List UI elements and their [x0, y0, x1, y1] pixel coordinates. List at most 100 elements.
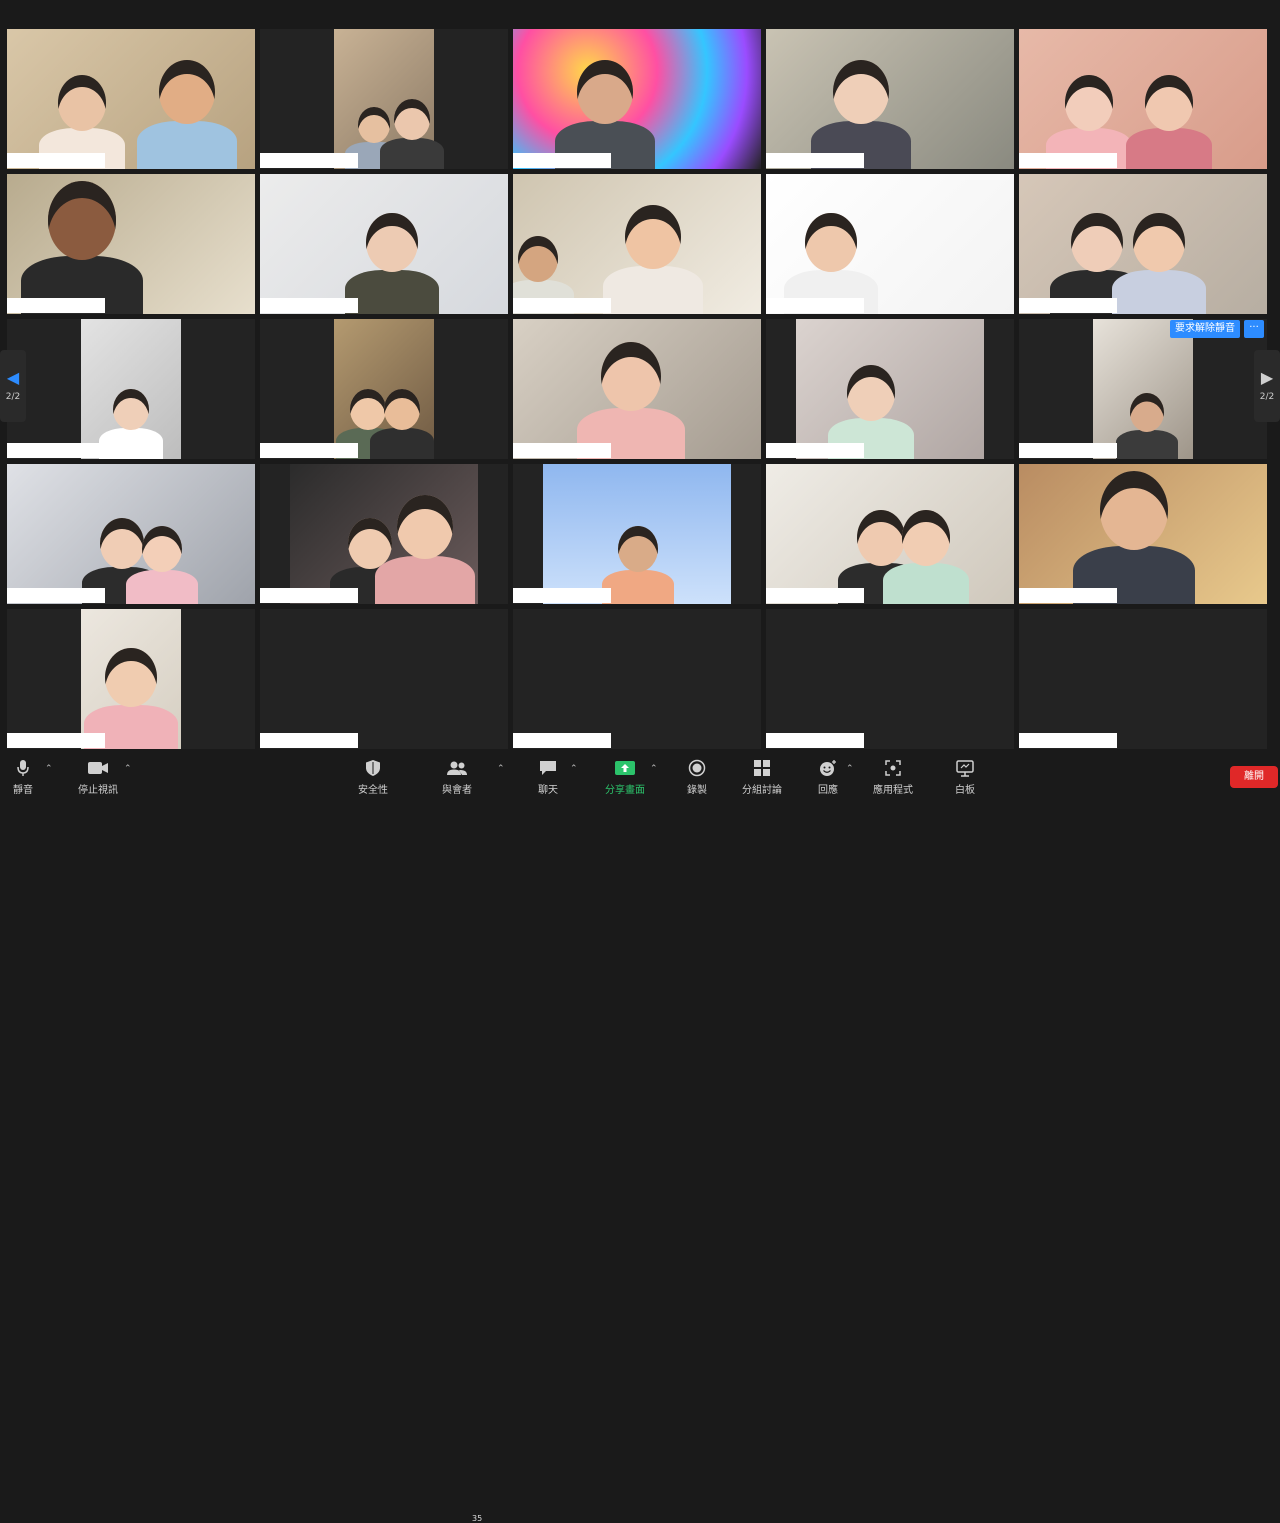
participant-video [290, 464, 478, 604]
chat-options-caret[interactable]: ⌃ [570, 764, 578, 774]
tile-more-button[interactable]: ··· [1244, 320, 1264, 338]
top-bar [0, 0, 1280, 28]
mute-options-caret[interactable]: ⌃ [45, 764, 53, 774]
participant-tile[interactable] [7, 464, 255, 604]
reactions-options-caret[interactable]: ⌃ [846, 764, 854, 774]
chevron-left-icon: ◀ [6, 368, 20, 387]
participant-video [1019, 464, 1267, 604]
next-page-button[interactable]: ▶ 2/2 [1254, 350, 1280, 422]
participant-video [766, 29, 1014, 169]
chevron-right-icon: ▶ [1260, 368, 1274, 387]
participant-name-label [7, 733, 105, 748]
security-button[interactable]: 安全性 [338, 758, 408, 796]
participant-tile[interactable] [766, 174, 1014, 314]
share-screen-icon [615, 758, 635, 778]
record-button[interactable]: 錄製 [662, 758, 732, 796]
participant-video [260, 174, 508, 314]
participant-name-label [766, 733, 864, 748]
page-indicator-right: 2/2 [1259, 392, 1275, 402]
participant-tile[interactable] [260, 609, 508, 749]
chat-label: 聊天 [538, 785, 558, 796]
participant-video [81, 319, 181, 459]
participant-tile[interactable] [766, 609, 1014, 749]
participant-video [334, 319, 435, 459]
participant-name-label [1019, 588, 1117, 603]
participant-tile[interactable] [260, 174, 508, 314]
apps-button[interactable]: 應用程式 [858, 758, 928, 796]
participant-name-label [260, 153, 358, 168]
participant-tile[interactable] [1019, 609, 1267, 749]
participant-name-label [260, 443, 358, 458]
participant-tile[interactable] [513, 609, 761, 749]
participant-video [1093, 319, 1193, 459]
participant-video [7, 29, 255, 169]
share-options-caret[interactable]: ⌃ [650, 764, 658, 774]
participant-video [7, 464, 255, 604]
page-indicator-left: 2/2 [5, 392, 21, 402]
participant-name-label [513, 298, 611, 313]
record-label: 錄製 [687, 785, 707, 796]
participant-name-label [766, 153, 864, 168]
participant-name-label [513, 588, 611, 603]
breakout-rooms-button[interactable]: 分組討論 [727, 758, 797, 796]
participants-count: 35 [472, 1514, 483, 1523]
participant-tile[interactable] [260, 464, 508, 604]
participant-tile[interactable] [7, 29, 255, 169]
participant-video [513, 29, 761, 169]
participant-video [513, 174, 761, 314]
stop-video-button[interactable]: 停止視訊 [63, 758, 133, 796]
participants-button[interactable]: 與會者 [422, 758, 492, 796]
participant-tile[interactable] [766, 464, 1014, 604]
participant-tile[interactable] [766, 319, 1014, 459]
breakout-grid-icon [753, 758, 771, 778]
participant-video [513, 319, 761, 459]
participant-name-label [766, 298, 864, 313]
participants-icon [446, 758, 468, 778]
share-screen-label: 分享畫面 [605, 785, 645, 796]
participant-name-label [1019, 298, 1117, 313]
participant-name-label [1019, 443, 1117, 458]
participant-video [1019, 29, 1267, 169]
participant-name-label [260, 733, 358, 748]
security-label: 安全性 [358, 785, 388, 796]
whiteboard-button[interactable]: 白板 [930, 758, 1000, 796]
participant-tile[interactable] [1019, 29, 1267, 169]
reactions-label: 回應 [818, 785, 838, 796]
record-icon [688, 758, 706, 778]
participant-tile[interactable] [513, 29, 761, 169]
whiteboard-label: 白板 [955, 785, 975, 796]
participants-label: 與會者 [442, 785, 472, 796]
participant-video [334, 29, 445, 169]
participants-options-caret[interactable]: ⌃ [497, 764, 505, 774]
participant-tile[interactable] [766, 29, 1014, 169]
participant-tile[interactable] [1019, 464, 1267, 604]
participant-name-label [7, 443, 105, 458]
participant-tile[interactable] [513, 174, 761, 314]
participant-name-label [260, 588, 358, 603]
participant-tile[interactable] [260, 319, 508, 459]
participant-tile[interactable] [513, 464, 761, 604]
participant-name-label [7, 298, 105, 313]
video-options-caret[interactable]: ⌃ [124, 764, 132, 774]
participant-tile[interactable] [7, 609, 255, 749]
video-grid [7, 29, 1267, 749]
request-unmute-button[interactable]: 要求解除靜音 [1170, 320, 1240, 338]
participant-tile[interactable] [7, 319, 255, 459]
mute-label: 靜音 [13, 785, 33, 796]
leave-meeting-button[interactable]: 離開 [1230, 766, 1278, 788]
participant-name-label [766, 588, 864, 603]
participant-tile[interactable] [513, 319, 761, 459]
participant-video [543, 464, 731, 604]
meeting-toolbar: 靜音 ⌃ 停止視訊 ⌃ 安全性 與會者 35 ⌃ 聊天 ⌃ 分享畫面 ⌃ 錄製 … [0, 752, 1280, 1523]
participant-tile[interactable] [1019, 174, 1267, 314]
participant-name-label [7, 153, 105, 168]
participant-name-label [513, 733, 611, 748]
participant-name-label [513, 153, 611, 168]
participant-name-label [513, 443, 611, 458]
participant-tile[interactable] [260, 29, 508, 169]
participant-tile[interactable] [1019, 319, 1267, 459]
prev-page-button[interactable]: ◀ 2/2 [0, 350, 26, 422]
video-camera-icon [87, 758, 109, 778]
participant-tile[interactable] [7, 174, 255, 314]
participant-video [766, 174, 1014, 314]
